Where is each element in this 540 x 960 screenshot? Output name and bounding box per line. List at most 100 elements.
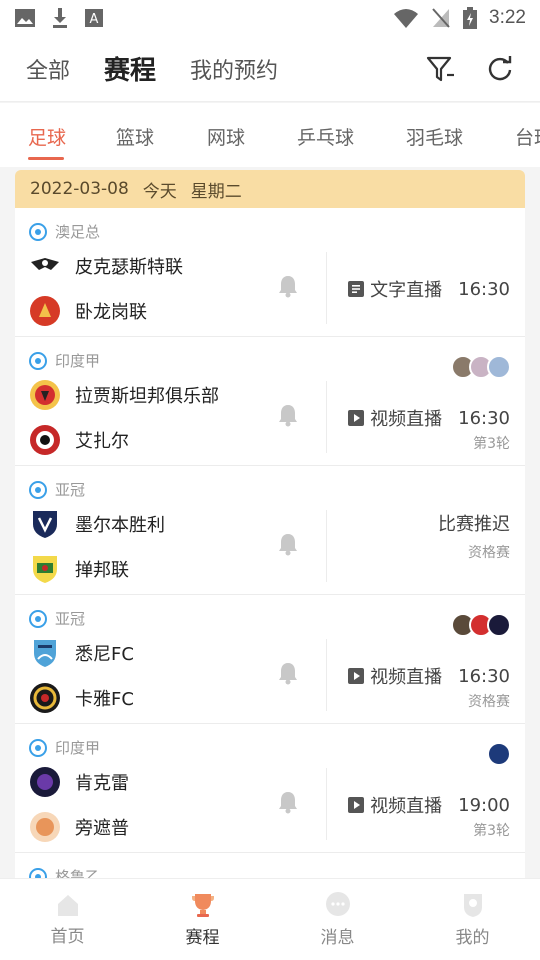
home-team-name: 墨尔本胜利	[75, 515, 165, 536]
league-label: 亚冠	[29, 479, 85, 500]
match-time: 16:30	[458, 407, 510, 429]
nav-label: 消息	[320, 928, 355, 948]
home-team: 拉贾斯坦邦俱乐部	[29, 379, 219, 411]
match-list: 澳足总 皮克瑟斯特联 卧龙岗联 文字直播 16:30 印度甲 拉贾斯坦邦俱乐部 …	[15, 208, 525, 883]
text-live-icon	[348, 281, 365, 297]
tab-my-reservations[interactable]: 我的预约	[190, 53, 278, 85]
nav-home[interactable]: 首页	[0, 879, 135, 960]
live-info[interactable]: 文字直播 16:30	[348, 276, 510, 302]
match-card[interactable]: 亚冠 墨尔本胜利 掸邦联 比赛推迟 资格赛	[15, 466, 525, 595]
league-label: 澳足总	[29, 221, 100, 242]
wifi-icon	[394, 9, 419, 28]
nav-label: 赛程	[185, 928, 220, 948]
match-round: 第3轮	[473, 823, 510, 839]
bell-icon[interactable]	[277, 661, 299, 685]
tab-tennis[interactable]: 网球	[207, 123, 245, 150]
league-label: 印度甲	[29, 350, 100, 371]
away-team-name: 旁遮普	[75, 818, 129, 839]
bell-icon[interactable]	[277, 274, 299, 298]
match-round: 资格赛	[468, 694, 510, 710]
football-icon	[29, 351, 47, 370]
tab-football[interactable]: 足球	[28, 123, 66, 150]
league-label: 印度甲	[29, 737, 100, 758]
match-card[interactable]: 亚冠 悉尼FC 卡雅FC 视频直播 16:30 资格赛	[15, 595, 525, 724]
weekday-label: 星期二	[190, 181, 242, 202]
match-round: 第3轮	[473, 436, 510, 452]
away-team-logo	[29, 811, 61, 843]
top-nav: 全部 赛程 我的预约	[0, 36, 540, 102]
tab-badminton[interactable]: 羽毛球	[406, 123, 463, 150]
live-info[interactable]: 视频直播 16:30	[348, 405, 510, 431]
viewer-avatars	[451, 613, 511, 637]
video-live-icon	[348, 668, 365, 684]
live-info[interactable]: 视频直播 16:30	[348, 663, 510, 689]
tab-all[interactable]: 全部	[26, 53, 70, 85]
home-team-logo	[29, 508, 61, 540]
home-icon	[57, 895, 78, 916]
football-icon	[29, 609, 47, 628]
video-live-icon	[348, 410, 365, 426]
match-status: 比赛推迟	[438, 510, 510, 536]
live-info[interactable]: 视频直播 19:00	[348, 792, 510, 818]
nav-schedule[interactable]: 赛程	[135, 879, 270, 960]
today-label: 今天	[142, 181, 177, 202]
away-team-logo	[29, 295, 61, 327]
refresh-icon[interactable]	[486, 55, 514, 83]
video-live-icon	[348, 797, 365, 813]
nav-profile[interactable]: 我的	[405, 879, 540, 960]
profile-icon	[463, 894, 482, 917]
tab-billiards[interactable]: 台球	[515, 123, 540, 150]
nav-messages[interactable]: 消息	[270, 879, 405, 960]
match-card[interactable]: 印度甲 拉贾斯坦邦俱乐部 艾扎尔 视频直播 16:30 第3轮	[15, 337, 525, 466]
away-team-name: 卧龙岗联	[75, 302, 147, 323]
status-text: 比赛推迟	[438, 514, 510, 535]
away-team: 旁遮普	[29, 811, 129, 843]
status-time: 3:22	[489, 7, 526, 28]
filter-icon[interactable]	[426, 55, 456, 83]
match-time: 19:00	[458, 794, 510, 816]
bell-icon[interactable]	[277, 532, 299, 556]
live-type: 文字直播	[370, 280, 443, 301]
home-team: 悉尼FC	[29, 637, 134, 669]
divider	[326, 639, 327, 711]
away-team-logo	[29, 424, 61, 456]
away-team: 卧龙岗联	[29, 295, 147, 327]
match-card[interactable]: 印度甲 肯克雷 旁遮普 视频直播 19:00 第3轮	[15, 724, 525, 853]
image-icon	[15, 9, 35, 27]
tab-table-tennis[interactable]: 乒乓球	[297, 123, 354, 150]
bell-icon[interactable]	[277, 790, 299, 814]
tab-basketball[interactable]: 篮球	[116, 123, 154, 150]
home-team-name: 肯克雷	[75, 773, 129, 794]
download-icon	[53, 8, 67, 28]
date-text: 2022-03-08	[30, 179, 129, 199]
bottom-nav: 首页 赛程 消息 我的	[0, 878, 540, 960]
match-card[interactable]: 澳足总 皮克瑟斯特联 卧龙岗联 文字直播 16:30	[15, 208, 525, 337]
home-team: 肯克雷	[29, 766, 129, 798]
tab-schedule[interactable]: 赛程	[104, 50, 156, 87]
live-type: 视频直播	[370, 796, 443, 817]
divider	[326, 381, 327, 453]
away-team-name: 卡雅FC	[75, 689, 134, 710]
away-team-name: 艾扎尔	[75, 431, 129, 452]
away-team-name: 掸邦联	[75, 560, 129, 581]
home-team: 墨尔本胜利	[29, 508, 165, 540]
away-team: 卡雅FC	[29, 682, 134, 714]
app-notification-icon: A	[85, 9, 103, 27]
bell-icon[interactable]	[277, 403, 299, 427]
viewer-avatars	[451, 355, 511, 379]
viewer-avatars	[487, 742, 511, 766]
chat-icon	[325, 892, 350, 916]
divider	[326, 768, 327, 840]
football-icon	[29, 480, 47, 499]
home-team-name: 悉尼FC	[75, 644, 134, 665]
active-tab-indicator	[28, 157, 64, 160]
no-signal-icon	[432, 8, 450, 28]
status-bar: A 3:22	[0, 0, 540, 36]
match-time: 16:30	[458, 278, 510, 300]
home-team-name: 拉贾斯坦邦俱乐部	[75, 386, 219, 407]
divider	[326, 252, 327, 324]
live-type: 视频直播	[370, 409, 443, 430]
home-team-logo	[29, 250, 61, 282]
home-team-logo	[29, 766, 61, 798]
home-team-logo	[29, 637, 61, 669]
